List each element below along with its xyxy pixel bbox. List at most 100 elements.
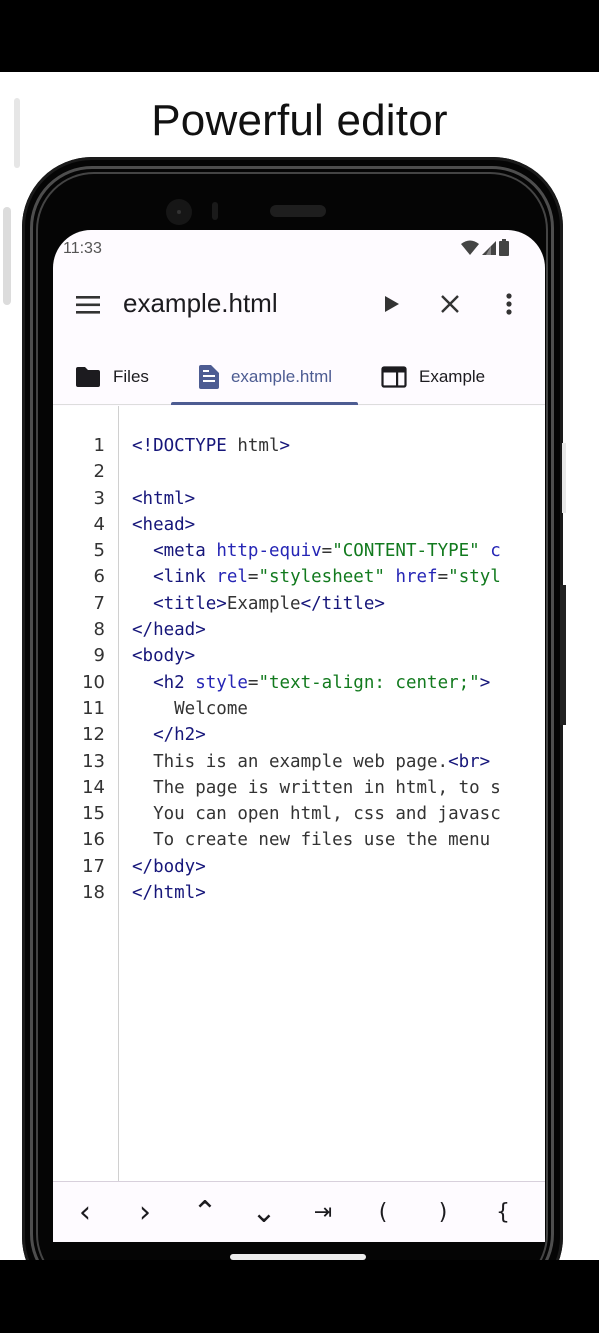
line-content: <html> bbox=[132, 486, 545, 512]
code-token-str: "text-align: center;" bbox=[258, 672, 480, 693]
line-content: You can open html, css and javasc bbox=[132, 801, 545, 827]
play-icon bbox=[385, 296, 399, 312]
key-open-brace[interactable]: { bbox=[483, 1182, 523, 1242]
code-line[interactable]: 4 <head> bbox=[53, 512, 545, 538]
tab-example[interactable]: Example bbox=[381, 348, 485, 405]
code-line[interactable]: 11 Welcome bbox=[53, 696, 545, 722]
code-line[interactable]: 8 </head> bbox=[53, 617, 545, 643]
signal-icon bbox=[482, 240, 496, 255]
line-content: </head> bbox=[132, 617, 545, 643]
more-vert-icon bbox=[506, 293, 512, 315]
more-options-button[interactable] bbox=[497, 290, 521, 318]
code-line[interactable]: 5 <meta http-equiv="CONTENT-TYPE" c bbox=[53, 538, 545, 564]
line-content: <body> bbox=[132, 643, 545, 669]
code-token-text: This is an example web page. bbox=[132, 751, 449, 772]
line-content: <!DOCTYPE html> bbox=[132, 433, 545, 459]
line-number: 8 bbox=[93, 619, 105, 641]
tab-indicator bbox=[171, 402, 358, 405]
key-open-paren[interactable]: ( bbox=[363, 1182, 403, 1242]
code-token-tag: </html> bbox=[132, 883, 206, 904]
code-token-text: Example bbox=[226, 593, 301, 614]
code-token-tag: <!DOCTYPE bbox=[132, 436, 227, 456]
code-token-attr: href bbox=[395, 567, 438, 588]
code-lines[interactable]: 1 <!DOCTYPE html> 2 3 <html> 4 <head> 5 <meta h… bbox=[53, 433, 545, 906]
code-token-str: "styl bbox=[448, 567, 501, 588]
code-token-tag: </h2> bbox=[153, 725, 206, 746]
line-number: 11 bbox=[82, 697, 105, 719]
line-content: <title>Example</title> bbox=[132, 591, 545, 617]
code-token-tag: </body> bbox=[132, 856, 206, 877]
line-number: 9 bbox=[93, 645, 105, 667]
tab-label: Files bbox=[113, 366, 149, 386]
code-token-tag: > bbox=[279, 436, 291, 456]
code-line[interactable]: 6 <link rel="stylesheet" href="styl bbox=[53, 564, 545, 590]
key-cursor-right[interactable]: › bbox=[125, 1182, 165, 1242]
tab-label: example.html bbox=[230, 366, 333, 386]
promo-title: Powerful editor bbox=[151, 96, 448, 145]
line-content: </html> bbox=[132, 880, 545, 906]
line-content: </body> bbox=[132, 854, 545, 880]
code-token-attr: style bbox=[195, 672, 248, 693]
line-content: </h2> bbox=[132, 722, 545, 748]
code-line[interactable]: 14 The page is written in html, to s bbox=[53, 775, 545, 801]
camera-icon bbox=[166, 199, 192, 225]
line-number: 12 bbox=[82, 724, 105, 746]
line-number: 7 bbox=[93, 592, 105, 614]
code-token-tag: <html> bbox=[132, 488, 196, 509]
code-line[interactable]: 16 To create new files use the menu bbox=[53, 827, 545, 853]
code-line[interactable]: 18 </html> bbox=[53, 880, 545, 906]
code-editor[interactable]: 1 <!DOCTYPE html> 2 3 <html> 4 <head> 5 <meta h… bbox=[53, 406, 545, 1181]
key-cursor-left[interactable]: ‹ bbox=[65, 1182, 105, 1242]
folder-icon bbox=[76, 366, 100, 387]
phone-screen: 11:33 example.html Files example.html Ex… bbox=[53, 230, 545, 1242]
line-content: The page is written in html, to s bbox=[132, 775, 545, 801]
code-line[interactable]: 10 <h2 style="text-align: center;"> bbox=[53, 670, 545, 696]
menu-button[interactable] bbox=[73, 290, 103, 320]
web-preview-icon bbox=[381, 365, 407, 388]
code-line[interactable]: 9 <body> bbox=[53, 643, 545, 669]
code-line[interactable]: 3 <html> bbox=[53, 486, 545, 512]
line-number: 16 bbox=[82, 829, 105, 851]
line-number: 1 bbox=[93, 435, 105, 456]
line-number: 15 bbox=[82, 803, 105, 825]
sensor bbox=[212, 202, 218, 220]
code-token-attr: http-equiv bbox=[216, 541, 322, 562]
code-line[interactable]: 15 You can open html, css and javasc bbox=[53, 801, 545, 827]
key-close-paren[interactable]: ) bbox=[423, 1182, 463, 1242]
tab-files[interactable]: Files bbox=[75, 348, 149, 405]
code-line[interactable]: 2 bbox=[53, 459, 545, 485]
code-token-tag: <meta bbox=[153, 541, 206, 562]
line-number: 10 bbox=[82, 671, 105, 693]
code-token-tag: <h2 bbox=[153, 672, 185, 693]
key-tab[interactable]: ⇥ bbox=[303, 1182, 343, 1242]
code-line[interactable]: 1 <!DOCTYPE html> bbox=[53, 433, 545, 459]
side-highlight bbox=[562, 443, 566, 513]
close-file-button[interactable] bbox=[436, 290, 464, 318]
tab-label: Example bbox=[419, 366, 486, 386]
scrollbar-thumb-secondary[interactable] bbox=[3, 207, 11, 305]
code-line[interactable]: 12 </h2> bbox=[53, 722, 545, 748]
code-line[interactable]: 17 </body> bbox=[53, 854, 545, 880]
status-bar: 11:33 bbox=[53, 230, 545, 266]
line-number: 4 bbox=[93, 513, 105, 535]
key-cursor-up[interactable]: ⌃ bbox=[185, 1182, 225, 1242]
code-line[interactable]: 7 <title>Example</title> bbox=[53, 591, 545, 617]
app-title: example.html bbox=[123, 288, 278, 318]
code-token-tag: <head> bbox=[132, 514, 196, 535]
code-line[interactable]: 13 This is an example web page.<br> bbox=[53, 749, 545, 775]
code-token-text: The page is written in html, to s bbox=[132, 777, 501, 798]
tab-editor[interactable]: example.html bbox=[171, 348, 358, 405]
key-cursor-down[interactable]: ⌄ bbox=[244, 1182, 284, 1242]
code-token-text: = bbox=[247, 567, 259, 588]
run-button[interactable] bbox=[377, 290, 405, 318]
code-token-tag: <title> bbox=[153, 593, 227, 614]
bottom-letterbox bbox=[0, 1260, 599, 1333]
code-token-tag: <body> bbox=[132, 646, 196, 667]
